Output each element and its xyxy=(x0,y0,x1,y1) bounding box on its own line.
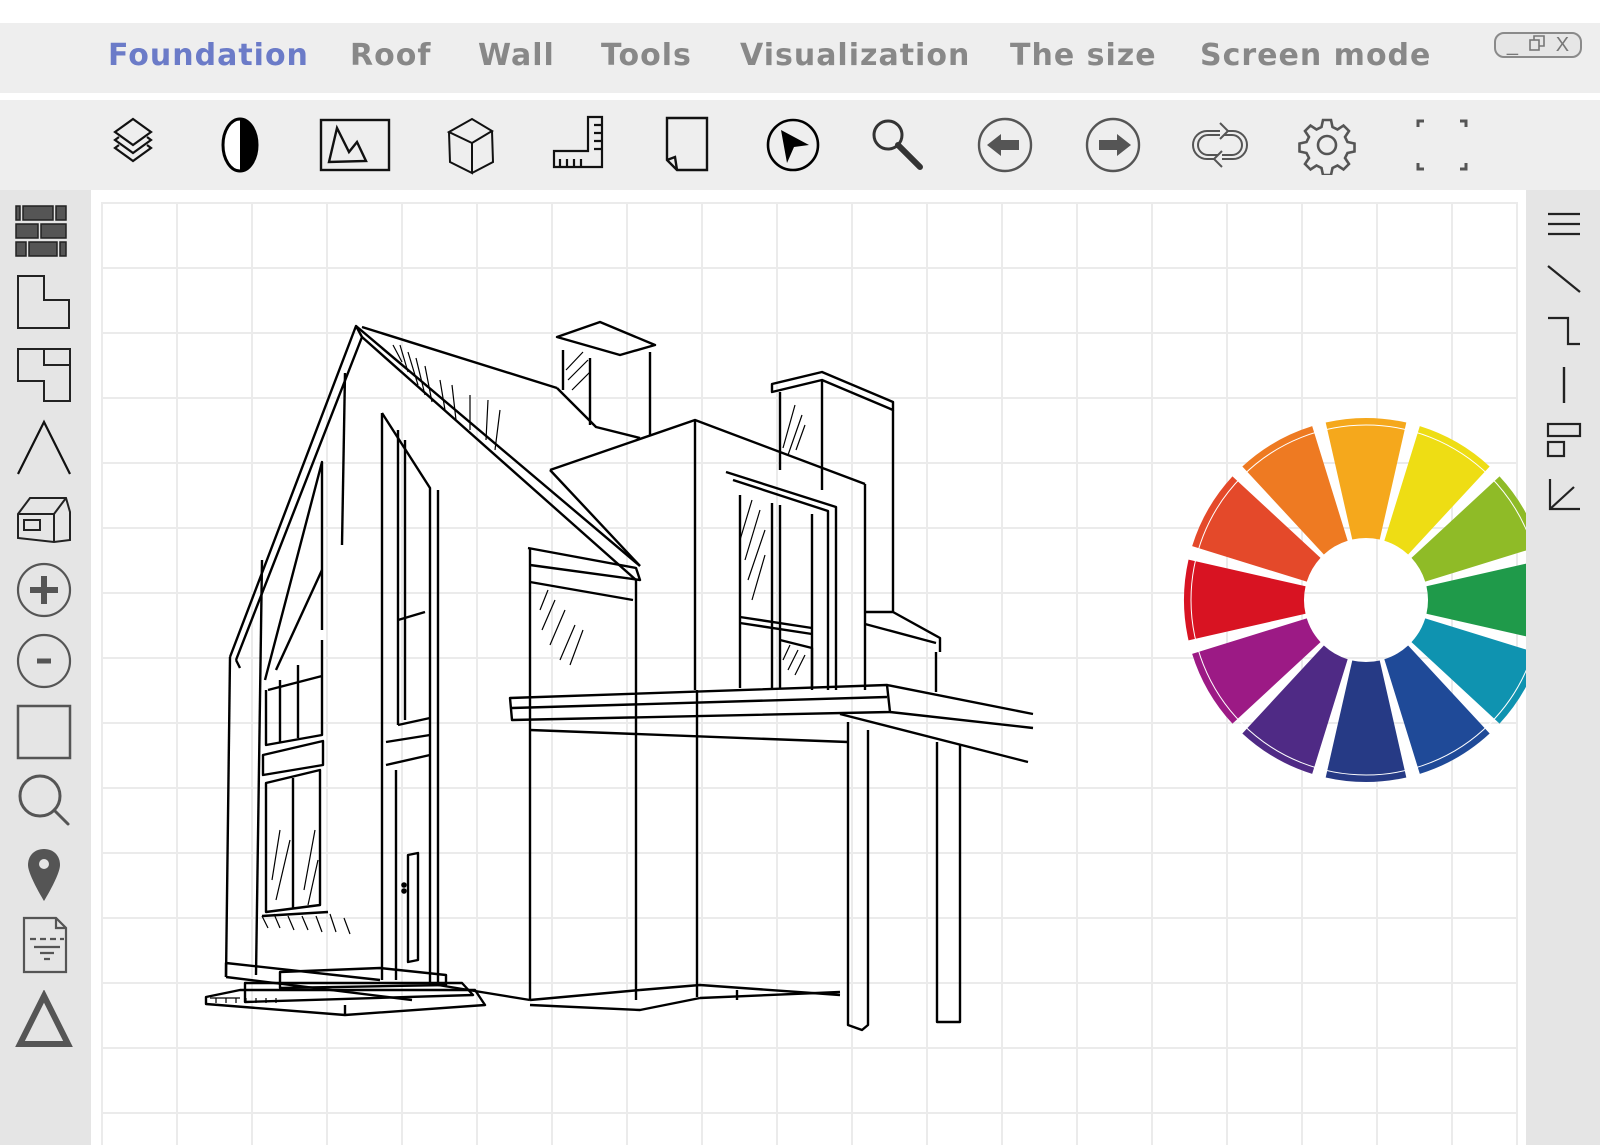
floor-plan-icon xyxy=(17,348,71,402)
contrast-button[interactable] xyxy=(210,115,270,175)
roof-angle-tool[interactable] xyxy=(14,418,74,478)
restore-icon xyxy=(1529,35,1545,51)
align-blocks-tool[interactable] xyxy=(1544,420,1584,460)
menu-roof[interactable]: Roof xyxy=(350,41,431,71)
zoom-icon xyxy=(872,119,923,170)
back-button[interactable] xyxy=(975,115,1035,175)
menu-the-size[interactable]: The size xyxy=(1010,41,1157,71)
fullscreen-button[interactable] xyxy=(1412,115,1472,175)
menu-screen-mode[interactable]: Screen mode xyxy=(1200,41,1431,71)
contrast-icon xyxy=(221,117,259,173)
vertical-line-icon xyxy=(1562,367,1566,403)
roof-angle-icon xyxy=(17,419,71,475)
menu-bar: Foundation Roof Wall Tools Visualization… xyxy=(0,23,1600,93)
color-wheel[interactable] xyxy=(1181,415,1551,785)
zoom-button[interactable] xyxy=(868,115,928,175)
l-shape-floor-icon xyxy=(17,275,70,329)
arrow-right-icon xyxy=(1085,117,1141,173)
diagonal-line-tool[interactable] xyxy=(1544,260,1584,300)
step-line-icon xyxy=(1548,316,1580,346)
image-icon xyxy=(319,118,391,172)
repeat-button[interactable] xyxy=(1190,115,1250,175)
rectangle-icon xyxy=(16,704,72,760)
minimize-button[interactable]: _ xyxy=(1507,35,1518,55)
arrow-down-left-icon xyxy=(1548,479,1580,511)
l-shape-floor-tool[interactable] xyxy=(14,272,74,332)
document-tool[interactable] xyxy=(14,915,74,975)
zoom-in-icon xyxy=(16,562,72,618)
cursor-icon xyxy=(766,118,820,172)
close-button[interactable]: X xyxy=(1556,35,1569,55)
rectangle-tool[interactable] xyxy=(14,702,74,762)
forward-button[interactable] xyxy=(1083,115,1143,175)
brick-wall-tool[interactable] xyxy=(14,202,74,262)
left-toolbar xyxy=(0,190,91,1145)
layers-button[interactable] xyxy=(103,115,163,175)
arrow-left-icon xyxy=(977,117,1033,173)
drawing-canvas[interactable] xyxy=(91,190,1548,1145)
page-button[interactable] xyxy=(657,115,717,175)
align-blocks-icon xyxy=(1546,422,1582,458)
search-tool[interactable] xyxy=(14,770,74,830)
cube-icon xyxy=(446,117,495,175)
diagonal-line-icon xyxy=(1547,265,1581,293)
document-icon xyxy=(22,916,68,974)
zoom-out-tool[interactable] xyxy=(14,631,74,691)
menu-visualization[interactable]: Visualization xyxy=(740,41,970,71)
brick-wall-icon xyxy=(15,205,67,257)
location-pin-tool[interactable] xyxy=(14,845,74,905)
menu-foundation[interactable]: Foundation xyxy=(108,41,309,71)
page-icon xyxy=(665,116,709,172)
vertical-line-tool[interactable] xyxy=(1544,365,1584,405)
cube-button[interactable] xyxy=(441,115,501,175)
location-pin-icon xyxy=(28,849,60,901)
arrow-down-left-tool[interactable] xyxy=(1544,475,1584,515)
ruler-icon xyxy=(552,115,604,169)
menu-lines-tool[interactable] xyxy=(1544,204,1584,244)
step-line-tool[interactable] xyxy=(1544,312,1584,352)
menu-lines-icon xyxy=(1548,212,1580,236)
house-3d-icon xyxy=(17,497,71,544)
floor-plan-tool[interactable] xyxy=(14,345,74,405)
ruler-button[interactable] xyxy=(550,115,610,175)
menu-wall[interactable]: Wall xyxy=(478,41,555,71)
settings-gear-icon xyxy=(1298,118,1356,175)
settings-button[interactable] xyxy=(1297,115,1357,175)
window-controls: _ X xyxy=(1494,32,1582,58)
menu-tools[interactable]: Tools xyxy=(601,41,692,71)
zoom-in-tool[interactable] xyxy=(14,560,74,620)
zoom-out-icon xyxy=(16,633,72,689)
right-toolbar xyxy=(1526,190,1600,1145)
search-icon xyxy=(18,774,70,826)
layers-icon xyxy=(113,117,153,163)
image-button[interactable] xyxy=(318,115,392,175)
restore-button[interactable] xyxy=(1528,34,1546,56)
repeat-icon xyxy=(1192,122,1248,168)
triangle-icon xyxy=(15,990,73,1047)
toolbar xyxy=(0,100,1600,190)
fullscreen-icon xyxy=(1416,119,1468,171)
house-3d-tool[interactable] xyxy=(14,490,74,550)
cursor-button[interactable] xyxy=(763,115,823,175)
triangle-tool[interactable] xyxy=(14,990,74,1050)
